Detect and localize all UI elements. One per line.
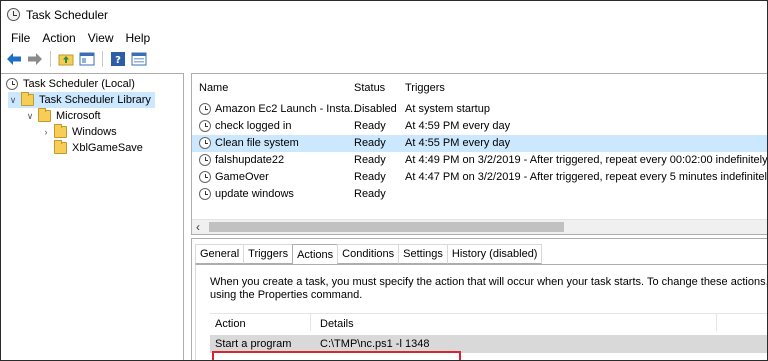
task-status: Disabled: [354, 103, 397, 115]
actions-description: When you create a task, you must specify…: [210, 276, 768, 302]
back-arrow-icon[interactable]: [5, 50, 23, 68]
window-title: Task Scheduler: [26, 7, 109, 22]
menu-view[interactable]: View: [82, 31, 120, 45]
task-detail-pane: General Triggers Actions Conditions Sett…: [191, 238, 768, 360]
scrollbar-thumb[interactable]: [209, 222, 564, 232]
task-list: Name Status Triggers Amazon Ec2 Launch -…: [191, 73, 767, 235]
task-name: Amazon Ec2 Launch - Insta...: [215, 103, 360, 115]
column-header-triggers[interactable]: Triggers: [405, 82, 445, 94]
tree-item-windows[interactable]: › Windows: [41, 124, 117, 140]
tree-item-microsoft[interactable]: ∨ Microsoft: [25, 108, 101, 124]
description-line: When you create a task, you must specify…: [210, 276, 768, 288]
task-name: update windows: [215, 188, 294, 200]
detail-tabs: General Triggers Actions Conditions Sett…: [195, 244, 543, 265]
table-row[interactable]: falshupdate22 Ready At 4:49 PM on 3/2/20…: [192, 152, 767, 169]
red-highlight-box: [212, 351, 461, 360]
column-header-name[interactable]: Name: [199, 82, 228, 94]
column-header-status[interactable]: Status: [354, 82, 385, 94]
actions-column-header-action[interactable]: Action: [215, 318, 246, 330]
properties-icon[interactable]: [130, 50, 148, 68]
tree-item-label: Task Scheduler (Local): [23, 78, 135, 90]
console-tree: Task Scheduler (Local) ∨ Task Scheduler …: [1, 73, 184, 360]
toolbar-separator: [102, 51, 103, 67]
forward-arrow-icon[interactable]: [26, 50, 44, 68]
help-icon[interactable]: ?: [109, 50, 127, 68]
folder-clock-icon: [21, 92, 34, 106]
chevron-down-icon[interactable]: ∨: [25, 111, 35, 122]
task-clock-icon: [199, 103, 211, 115]
task-name: falshupdate22: [215, 154, 285, 166]
clock-icon: [6, 78, 18, 90]
column-divider[interactable]: [716, 314, 717, 331]
tab-history[interactable]: History (disabled): [446, 244, 543, 264]
folder-icon: [54, 124, 67, 138]
tree-item-task-scheduler-local[interactable]: Task Scheduler (Local): [6, 76, 135, 92]
title-bar: Task Scheduler: [1, 1, 767, 28]
table-row[interactable]: GameOver Ready At 4:47 PM on 3/2/2019 - …: [192, 169, 767, 186]
task-status: Ready: [354, 154, 386, 166]
tree-item-xblgamesave[interactable]: XblGameSave: [54, 140, 143, 156]
task-triggers: At system startup: [405, 103, 490, 115]
tab-actions[interactable]: Actions: [292, 244, 339, 265]
tab-settings[interactable]: Settings: [398, 244, 448, 264]
menu-file[interactable]: File: [5, 31, 36, 45]
task-scheduler-app-icon: [7, 8, 20, 21]
tree-item-label: XblGameSave: [72, 142, 143, 154]
task-status: Ready: [354, 120, 386, 132]
description-line: using the Properties command.: [210, 289, 363, 301]
svg-text:?: ?: [115, 55, 121, 66]
actions-column-header-details[interactable]: Details: [320, 318, 354, 330]
menu-action[interactable]: Action: [36, 31, 81, 45]
task-triggers: At 4:59 PM every day: [405, 120, 511, 132]
task-triggers: At 4:55 PM every day: [405, 137, 511, 149]
task-status: Ready: [354, 188, 386, 200]
tab-general[interactable]: General: [195, 244, 245, 264]
menu-bar: File Action View Help: [1, 28, 767, 48]
task-triggers: At 4:47 PM on 3/2/2019 - After triggered…: [405, 171, 767, 183]
task-status: Ready: [354, 137, 386, 149]
task-name: check logged in: [215, 120, 292, 132]
up-folder-icon[interactable]: [57, 50, 75, 68]
task-clock-icon: [199, 120, 211, 132]
action-type: Start a program: [215, 338, 292, 350]
task-clock-icon: [199, 137, 211, 149]
chevron-down-icon[interactable]: ∨: [8, 95, 18, 106]
chevron-right-icon[interactable]: ›: [41, 127, 51, 137]
task-name: Clean file system: [215, 137, 299, 149]
actions-tab-panel: When you create a task, you must specify…: [195, 264, 768, 360]
toolbar-separator: [50, 51, 51, 67]
task-clock-icon: [199, 171, 211, 183]
toolbar: ?: [1, 48, 767, 70]
scroll-left-arrow-icon[interactable]: ‹: [196, 220, 200, 234]
table-row-selected[interactable]: Clean file system Ready At 4:55 PM every…: [192, 135, 767, 152]
tab-triggers[interactable]: Triggers: [243, 244, 294, 264]
task-scheduler-window: Task Scheduler File Action View Help ? T…: [0, 0, 768, 361]
show-hide-console-tree-icon[interactable]: [78, 50, 96, 68]
task-status: Ready: [354, 171, 386, 183]
task-triggers: At 4:49 PM on 3/2/2019 - After triggered…: [405, 154, 767, 166]
tree-item-task-scheduler-library[interactable]: ∨ Task Scheduler Library: [8, 92, 155, 108]
tab-conditions[interactable]: Conditions: [337, 244, 400, 264]
folder-icon: [38, 108, 51, 122]
menu-help[interactable]: Help: [120, 31, 157, 45]
task-clock-icon: [199, 188, 211, 200]
action-details: C:\TMP\nc.ps1 -l 1348: [320, 338, 430, 350]
horizontal-scrollbar[interactable]: ‹: [192, 219, 767, 234]
tree-item-label: Task Scheduler Library: [39, 94, 151, 106]
column-divider[interactable]: [310, 314, 311, 331]
folder-icon: [54, 140, 67, 154]
task-clock-icon: [199, 154, 211, 166]
task-name: GameOver: [215, 171, 269, 183]
table-row[interactable]: check logged in Ready At 4:59 PM every d…: [192, 118, 767, 135]
tree-item-label: Windows: [72, 126, 117, 138]
tree-item-label: Microsoft: [56, 110, 101, 122]
table-row[interactable]: Amazon Ec2 Launch - Insta... Disabled At…: [192, 101, 767, 118]
table-row[interactable]: update windows Ready: [192, 186, 767, 203]
